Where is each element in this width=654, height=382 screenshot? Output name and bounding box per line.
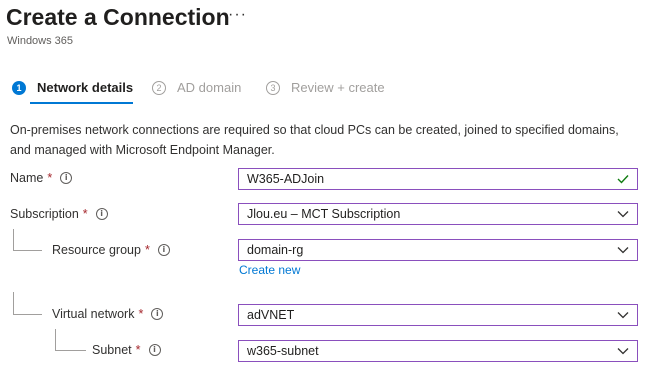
subnet-dropdown[interactable]: w365-subnet — [238, 340, 638, 362]
info-icon[interactable]: i — [95, 208, 108, 220]
tab-review-create-label: Review + create — [291, 80, 385, 95]
resource-group-value: domain-rg — [247, 243, 304, 257]
name-field[interactable]: W365-ADJoin — [238, 168, 638, 190]
info-icon[interactable]: i — [148, 344, 161, 356]
tree-connector-resource-group — [13, 229, 42, 251]
virtual-network-label-text: Virtual network — [52, 307, 135, 321]
description-text: On-premises network connections are requ… — [10, 123, 619, 157]
subnet-label-text: Subnet — [92, 343, 132, 357]
chevron-down-icon — [617, 211, 629, 218]
tab-ad-domain-label: AD domain — [177, 80, 242, 95]
info-icon[interactable]: i — [157, 244, 170, 256]
subscription-label-text: Subscription — [10, 207, 79, 221]
required-mark: * — [47, 171, 53, 185]
info-icon[interactable]: i — [60, 172, 73, 184]
chevron-down-icon — [617, 348, 629, 355]
chevron-down-icon — [617, 312, 629, 319]
virtual-network-dropdown[interactable]: adVNET — [238, 304, 638, 326]
required-mark: * — [82, 207, 88, 221]
subnet-value: w365-subnet — [247, 344, 319, 358]
name-label: Name * i — [10, 171, 73, 185]
chevron-down-icon — [617, 247, 629, 254]
subscription-label: Subscription * i — [10, 207, 108, 221]
virtual-network-label: Virtual network * i — [52, 307, 164, 321]
tab-ad-domain[interactable]: 2 AD domain — [152, 80, 241, 95]
name-field-value: W365-ADJoin — [247, 172, 325, 186]
name-label-text: Name — [10, 171, 44, 185]
tab-network-details-label: Network details — [37, 80, 134, 95]
subnet-label: Subnet * i — [92, 343, 161, 357]
tree-connector-subnet — [55, 329, 86, 351]
resource-group-label: Resource group * i — [52, 243, 170, 257]
tab-network-details[interactable]: 1 Network details — [12, 80, 133, 95]
required-mark: * — [135, 343, 141, 357]
checkmark-icon — [617, 175, 629, 184]
resource-group-dropdown[interactable]: domain-rg — [238, 239, 638, 261]
step-number-2: 2 — [152, 80, 166, 95]
subscription-dropdown[interactable]: Jlou.eu – MCT Subscription — [238, 203, 638, 225]
subscription-value: Jlou.eu – MCT Subscription — [247, 207, 401, 221]
tab-review-create[interactable]: 3 Review + create — [266, 80, 385, 95]
page-title: Create a Connection — [6, 4, 230, 30]
resource-group-label-text: Resource group — [52, 243, 141, 257]
tree-connector-virtual-network — [13, 292, 42, 315]
virtual-network-value: adVNET — [247, 308, 295, 322]
info-icon[interactable]: i — [151, 308, 164, 320]
create-new-link[interactable]: Create new — [239, 263, 300, 277]
more-options-icon[interactable]: ··· — [228, 6, 247, 24]
required-mark: * — [144, 243, 150, 257]
step-number-1: 1 — [12, 80, 26, 95]
active-tab-indicator — [30, 102, 133, 104]
required-mark: * — [138, 307, 144, 321]
page-subtitle: Windows 365 — [7, 35, 74, 47]
step-number-3: 3 — [266, 80, 280, 95]
